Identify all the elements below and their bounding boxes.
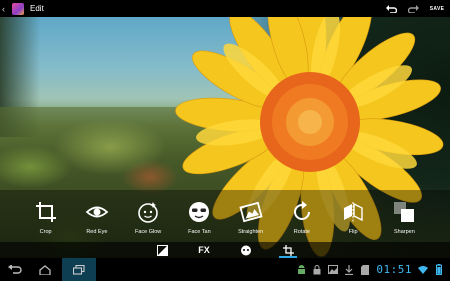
tool-strip: Crop Red Eye Face Glow Face Tan Straight… — [0, 190, 450, 242]
crop-tab-icon — [282, 244, 294, 256]
app-icon[interactable] — [12, 2, 24, 15]
face-tan-icon — [189, 202, 210, 222]
tool-crop[interactable]: Crop — [21, 190, 71, 235]
tool-label: Straighten — [238, 229, 264, 235]
tab-fx[interactable]: FX — [194, 242, 214, 258]
back-icon — [8, 264, 22, 274]
recent-apps-button[interactable] — [62, 258, 96, 281]
back-button[interactable] — [0, 258, 30, 281]
download-icon — [344, 264, 354, 275]
home-button[interactable] — [30, 258, 60, 281]
redo-button[interactable] — [402, 0, 424, 17]
tool-label: Crop — [39, 229, 52, 235]
action-bar: ‹ Edit SAVE — [0, 0, 450, 17]
recent-apps-icon — [73, 264, 85, 275]
tab-crop[interactable] — [278, 242, 298, 258]
android-icon — [296, 264, 306, 275]
home-icon — [39, 264, 51, 275]
gallery-icon — [328, 265, 339, 275]
tool-label: Rotate — [293, 229, 310, 235]
lock-icon — [312, 264, 322, 275]
tab-face[interactable] — [236, 242, 256, 258]
eye-icon — [85, 206, 109, 218]
mode-tabs: FX — [0, 242, 450, 258]
system-bar: 01:51 — [0, 258, 450, 281]
tool-label: Sharpen — [393, 229, 415, 235]
tool-label: Face Glow — [134, 229, 162, 235]
straighten-icon — [239, 201, 263, 223]
redo-icon — [407, 5, 419, 13]
tool-sharpen[interactable]: Sharpen — [379, 190, 429, 235]
undo-button[interactable] — [380, 0, 402, 17]
tool-label: Red Eye — [86, 229, 108, 235]
sharpen-icon — [394, 202, 415, 222]
tool-label: Face Tan — [188, 229, 211, 235]
undo-icon — [385, 5, 397, 13]
flip-icon — [344, 202, 363, 222]
status-area[interactable]: 01:51 — [296, 263, 450, 276]
back-chevron-icon[interactable]: ‹ — [2, 4, 10, 14]
face-icon — [241, 245, 251, 255]
tool-label: Flip — [348, 229, 358, 235]
face-glow-icon — [138, 202, 158, 223]
wifi-icon — [418, 265, 428, 275]
save-button[interactable]: SAVE — [424, 6, 450, 12]
tool-face-glow[interactable]: Face Glow — [123, 190, 173, 235]
storage-icon — [360, 264, 370, 275]
tool-red-eye[interactable]: Red Eye — [72, 190, 122, 235]
battery-icon — [434, 264, 444, 275]
crop-icon — [35, 202, 56, 222]
status-clock: 01:51 — [376, 263, 412, 276]
exposure-icon — [156, 244, 168, 256]
tab-adjust[interactable] — [152, 242, 172, 258]
rotate-icon — [293, 201, 310, 220]
tool-straighten[interactable]: Straighten — [226, 190, 276, 235]
tool-flip[interactable]: Flip — [328, 190, 378, 235]
tool-face-tan[interactable]: Face Tan — [174, 190, 224, 235]
tool-rotate[interactable]: Rotate — [277, 190, 327, 235]
page-title: Edit — [30, 4, 44, 13]
